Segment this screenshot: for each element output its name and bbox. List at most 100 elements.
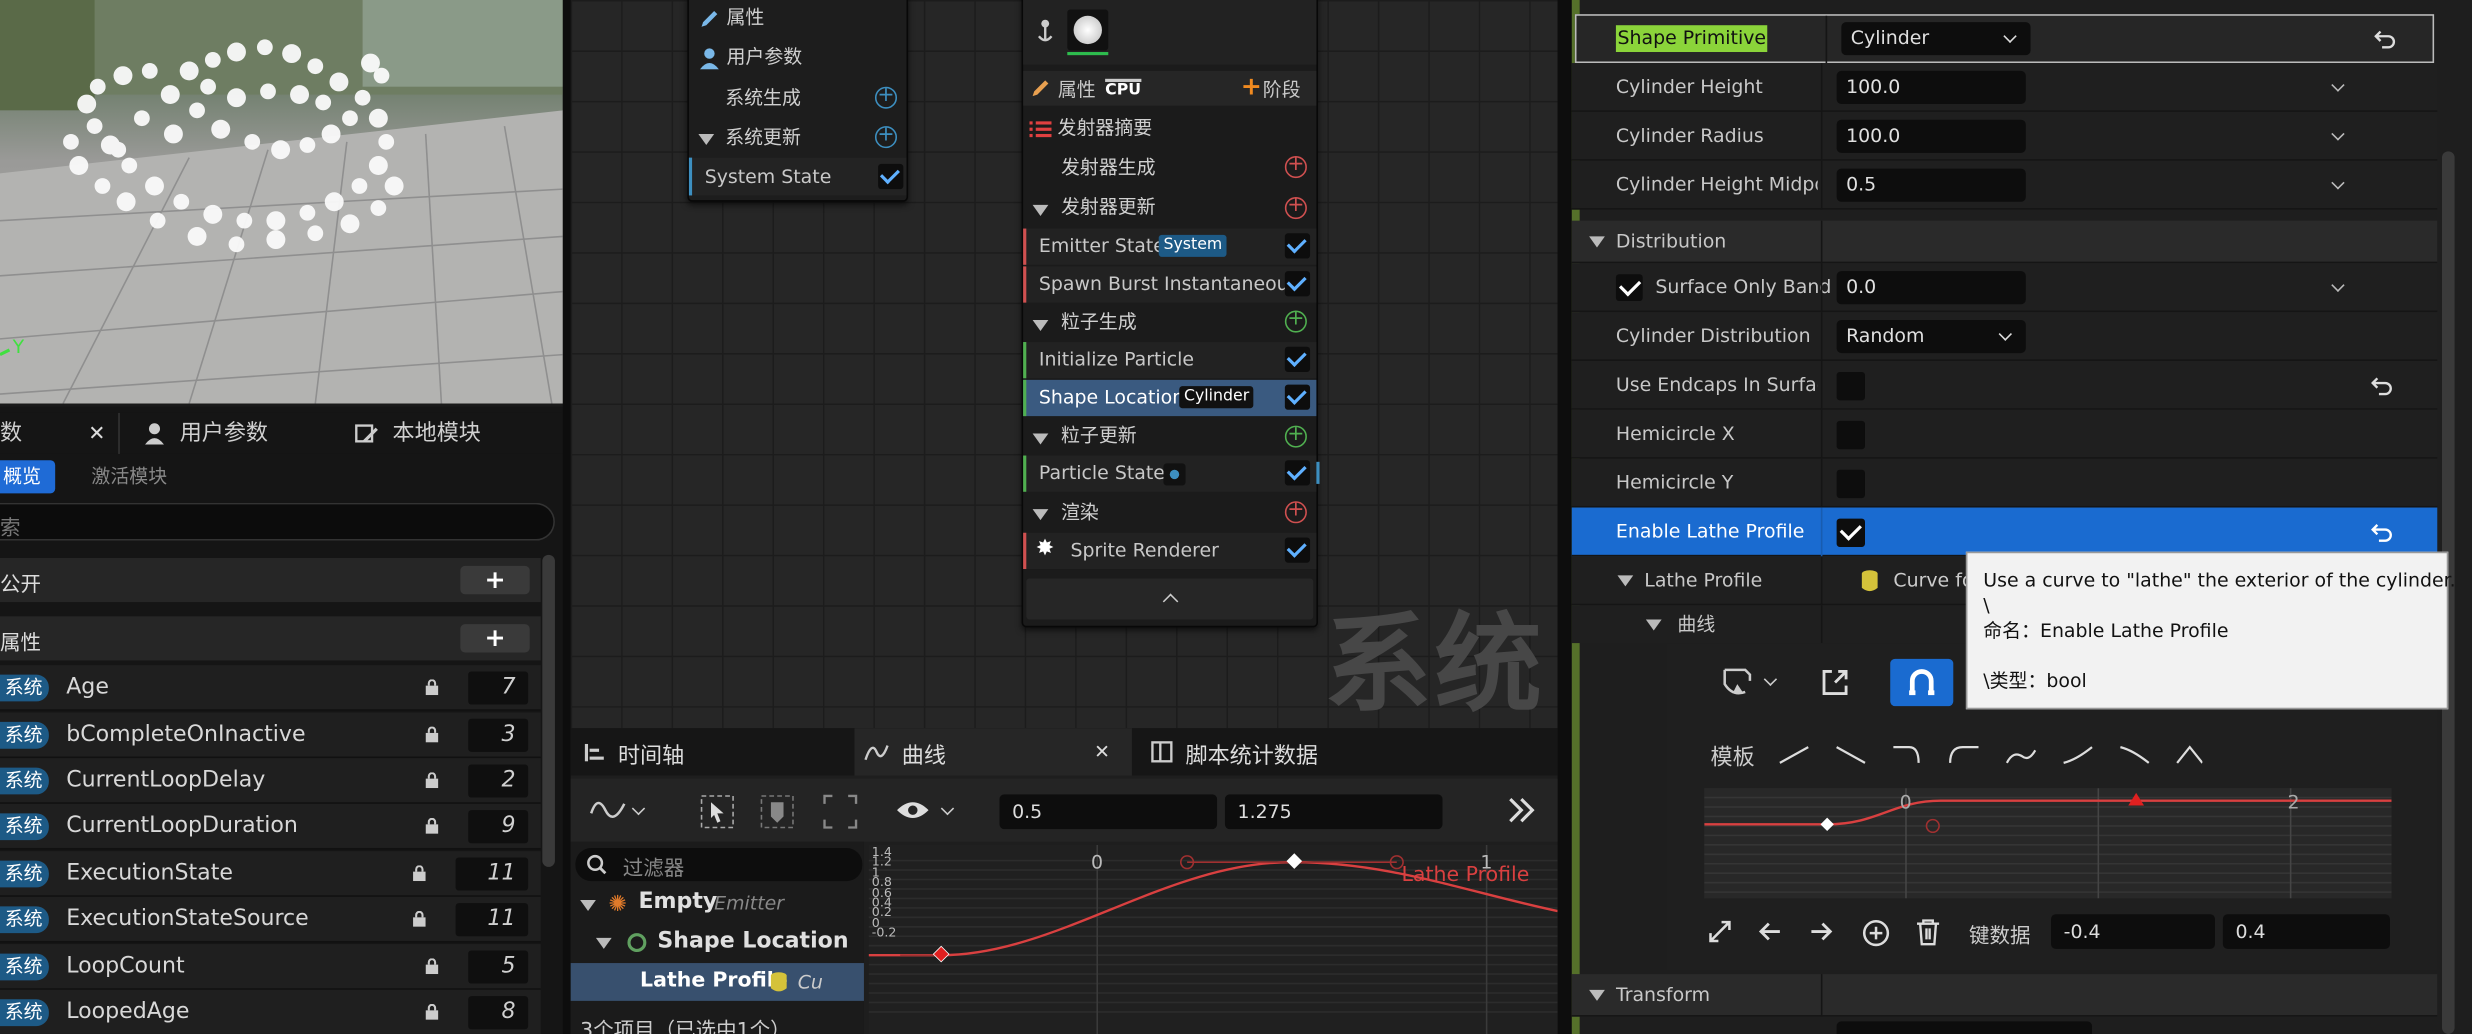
- shape-location-checkbox[interactable]: [1284, 384, 1311, 410]
- collapse-icon[interactable]: [1032, 319, 1049, 332]
- tab-partial[interactable]: 数: [0, 413, 22, 454]
- surface-only-band-row[interactable]: Surface Only Band 0.0: [1571, 263, 2438, 313]
- sprite-renderer-checkbox[interactable]: [1284, 537, 1311, 563]
- collapse-icon[interactable]: [1589, 989, 1605, 1001]
- external-link-icon[interactable]: [1821, 668, 1849, 696]
- sprite-renderer-row[interactable]: ✸ Sprite Renderer: [1023, 532, 1317, 570]
- system-node[interactable]: 属性 用户参数 系统生成 + 系统更新 + System State: [687, 0, 909, 202]
- system-attributes-row[interactable]: 属性: [698, 0, 764, 36]
- list-item[interactable]: 系统 LoopCount 5: [0, 944, 541, 990]
- expand-icon[interactable]: [1707, 919, 1732, 944]
- list-item[interactable]: 系统 bCompleteOnInactive 3: [0, 712, 541, 759]
- cylinder-midpoint-row[interactable]: Cylinder Height Midpoi 0.5: [1571, 160, 2438, 210]
- tab-script-stats[interactable]: 脚本统计数据: [1138, 728, 1453, 775]
- emitter-update-row[interactable]: 发射器更新: [1061, 188, 1156, 226]
- double-chevron-right-icon[interactable]: [1504, 794, 1539, 826]
- distribution-section[interactable]: Distribution: [1571, 220, 2438, 264]
- section-public[interactable]: 公开 +: [0, 557, 541, 603]
- close-icon[interactable]: ✕: [1094, 741, 1110, 763]
- chevron-down-icon[interactable]: [2331, 78, 2345, 92]
- subtab-overview[interactable]: 概览: [0, 460, 56, 494]
- cylinder-midpoint-input[interactable]: 0.5: [1836, 168, 2026, 202]
- cylinder-height-input[interactable]: 100.0: [1836, 70, 2026, 105]
- section-attributes[interactable]: 属性 +: [0, 616, 541, 661]
- eye-icon[interactable]: [895, 798, 930, 823]
- list-item[interactable]: 系统 ExecutionState 11: [0, 851, 541, 897]
- collapse-icon[interactable]: [1032, 509, 1049, 521]
- add-system-update-icon[interactable]: +: [874, 125, 898, 149]
- cylinder-radius-row[interactable]: Cylinder Radius 100.0: [1571, 111, 2438, 161]
- collapse-icon[interactable]: [595, 937, 612, 949]
- chevron-down-icon[interactable]: [1763, 672, 1778, 687]
- frame-tool-icon[interactable]: [823, 794, 858, 829]
- surface-only-band-checkbox[interactable]: [1615, 274, 1643, 302]
- particle-update-row[interactable]: 粒子更新: [1061, 416, 1137, 454]
- initialize-particle-row[interactable]: Initialize Particle: [1023, 342, 1317, 379]
- add-system-spawn-icon[interactable]: +: [874, 85, 898, 109]
- curve-graph[interactable]: 0 1 Lathe Profile 1.4 1.2 1 0.8 0.6 0.4 …: [868, 844, 1558, 1034]
- list-item[interactable]: 系统 LoopedAge 8: [0, 989, 541, 1034]
- collapse-icon[interactable]: [1645, 619, 1662, 631]
- collapse-icon[interactable]: [580, 900, 596, 912]
- tab-local-modules[interactable]: 本地模块: [393, 413, 481, 454]
- emitter-state-checkbox[interactable]: [1284, 233, 1311, 259]
- system-update-row[interactable]: 系统更新: [725, 118, 801, 156]
- filter-input[interactable]: 过滤器: [575, 847, 863, 882]
- panel-splitter[interactable]: [562, 0, 571, 1034]
- subtab-active-modules[interactable]: 激活模块: [91, 460, 167, 493]
- add-key-icon[interactable]: [1862, 919, 1890, 947]
- collapse-icon[interactable]: [1032, 204, 1049, 216]
- arrow-right-icon[interactable]: [1808, 919, 1833, 944]
- spawn-burst-checkbox[interactable]: [1284, 271, 1311, 297]
- shape-primitive-dropdown[interactable]: Cylinder: [1841, 22, 2031, 56]
- add-renderer-icon[interactable]: +: [1284, 500, 1307, 524]
- collapse-icon[interactable]: [698, 133, 715, 146]
- transform-tool-icon[interactable]: [760, 794, 795, 829]
- reset-icon[interactable]: [2371, 374, 2393, 396]
- chevron-down-icon[interactable]: [940, 801, 955, 816]
- hemicircle-x-row[interactable]: Hemicircle X: [1571, 409, 2438, 459]
- tree-empty-label[interactable]: Empty: [638, 889, 717, 914]
- emitter-spawn-row[interactable]: 发射器生成: [1061, 148, 1156, 186]
- cylinder-distribution-dropdown[interactable]: Random: [1836, 319, 2026, 354]
- search-input[interactable]: 索: [0, 502, 555, 541]
- tab-user-params[interactable]: 用户参数: [180, 413, 268, 454]
- arrow-left-icon[interactable]: [1758, 919, 1783, 944]
- hemicircle-y-checkbox[interactable]: [1836, 469, 1865, 499]
- close-icon[interactable]: ✕: [88, 422, 105, 446]
- add-particle-spawn-icon[interactable]: +: [1284, 309, 1307, 333]
- hemicircle-y-row[interactable]: Hemicircle Y: [1571, 458, 2438, 508]
- chevron-down-icon[interactable]: [631, 801, 646, 816]
- collapse-icon[interactable]: [1032, 433, 1049, 445]
- surface-only-band-input[interactable]: 0.0: [1836, 271, 2026, 305]
- snap-toggle-button[interactable]: [1890, 658, 1954, 707]
- hemicircle-x-checkbox[interactable]: [1836, 420, 1865, 450]
- reset-icon[interactable]: [2374, 27, 2396, 49]
- add-public-button[interactable]: +: [460, 565, 530, 595]
- lathe-curve-graph[interactable]: 0 2: [1704, 788, 2392, 899]
- enable-lathe-checkbox[interactable]: [1836, 518, 1865, 547]
- trash-icon[interactable]: [1915, 917, 1940, 946]
- reset-icon[interactable]: [2371, 520, 2393, 542]
- tree-shape-location-label[interactable]: Shape Location: [657, 928, 848, 953]
- panel-splitter[interactable]: [1557, 0, 1571, 1034]
- chevron-down-icon[interactable]: [2331, 278, 2345, 292]
- use-endcaps-row[interactable]: Use Endcaps In Surface: [1571, 360, 2438, 410]
- viewport[interactable]: Y: [0, 0, 563, 404]
- add-emitter-update-icon[interactable]: +: [1284, 195, 1307, 220]
- collapse-icon[interactable]: [1617, 575, 1634, 587]
- chevron-down-icon[interactable]: [2331, 176, 2345, 190]
- system-graph[interactable]: 系统 属性 用户参数 系统生成 + 系统更新 + System State 属性…: [570, 0, 1558, 729]
- enable-lathe-row[interactable]: Enable Lathe Profile: [1571, 507, 2438, 557]
- curve-mode-icon[interactable]: [589, 794, 628, 826]
- transform-input-partial[interactable]: [1836, 1021, 2093, 1034]
- list-item[interactable]: 系统 CurrentLoopDelay 2: [0, 758, 541, 804]
- system-state-row[interactable]: System State: [688, 157, 907, 196]
- system-user-params-row[interactable]: 用户参数: [698, 38, 802, 76]
- tab-curve[interactable]: 曲线 ✕: [854, 728, 1132, 776]
- particle-state-row[interactable]: Particle State: [1023, 455, 1320, 492]
- template-presets[interactable]: [1777, 741, 2203, 773]
- select-tool-icon[interactable]: [700, 794, 735, 829]
- use-endcaps-checkbox[interactable]: [1836, 371, 1865, 401]
- shape-primitive-row[interactable]: Shape Primitive Cylinder: [1574, 14, 2435, 65]
